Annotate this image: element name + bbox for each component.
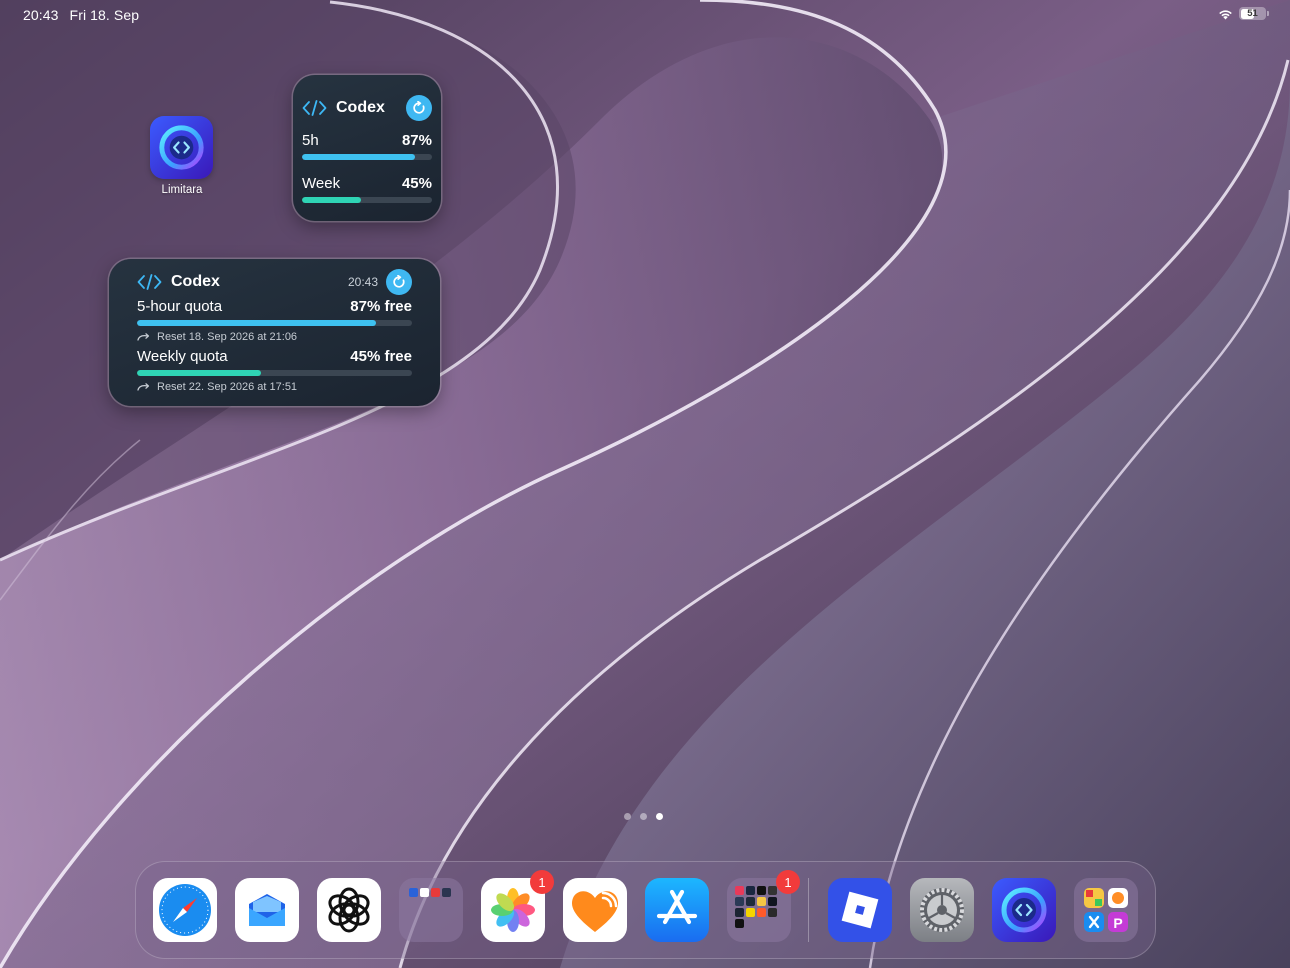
limitara-icon xyxy=(992,878,1056,942)
quota-value: 45% free xyxy=(350,348,412,365)
refresh-icon xyxy=(393,275,405,288)
home-app-limitara[interactable]: Limitara xyxy=(150,116,214,196)
status-bar-right: 51 xyxy=(1218,7,1269,20)
progress-bar xyxy=(302,154,432,160)
battery-indicator: 51 xyxy=(1239,7,1269,20)
refresh-icon xyxy=(413,101,425,114)
date: Fri 18. Sep xyxy=(69,7,140,23)
progress-fill xyxy=(137,320,377,326)
widget-header: Codex xyxy=(302,95,432,121)
progress-bar xyxy=(302,197,432,203)
dock-app-photos[interactable]: 1 xyxy=(481,870,554,942)
quota-label: 5-hour quota xyxy=(137,298,223,315)
codex-widget-medium[interactable]: Codex 20:43 5-hour quota 87% free Reset … xyxy=(109,259,440,406)
reset-info: Reset 22. Sep 2026 at 17:51 xyxy=(137,381,412,393)
reset-info: Reset 18. Sep 2026 at 21:06 xyxy=(137,331,412,343)
dock-app-limitara[interactable] xyxy=(992,878,1056,942)
progress-fill xyxy=(137,370,261,376)
widget-title: Codex xyxy=(336,99,385,116)
dock-app-folder[interactable] xyxy=(399,878,463,942)
svg-text:P: P xyxy=(1113,915,1122,931)
dock: 1 1 P xyxy=(135,861,1156,959)
quota-5-hour: 5-hour quota 87% free Reset 18. Sep 2026… xyxy=(137,298,412,343)
page-dot-active[interactable] xyxy=(656,813,663,820)
quota-value: 87% free xyxy=(350,298,412,315)
quota-label: Week xyxy=(302,175,341,192)
dock-app-roblox[interactable] xyxy=(828,878,892,942)
app-library-icon: P xyxy=(1074,878,1138,942)
page-indicator[interactable] xyxy=(624,813,663,820)
dock-app-safari[interactable] xyxy=(153,878,217,942)
quota-weekly: Weekly quota 45% free Reset 22. Sep 2026… xyxy=(137,348,412,393)
dock-app-chatgpt[interactable] xyxy=(317,878,381,942)
dock-app-library[interactable]: P xyxy=(1074,878,1138,942)
progress-fill xyxy=(302,197,361,203)
mail-stack-icon xyxy=(235,878,299,942)
settings-icon xyxy=(910,878,974,942)
reset-icon xyxy=(137,332,150,341)
refresh-button[interactable] xyxy=(386,269,412,295)
dock-app-folder-apps[interactable]: 1 xyxy=(727,870,800,942)
code-icon xyxy=(302,100,327,116)
reset-text: Reset 22. Sep 2026 at 17:51 xyxy=(157,381,298,393)
limitara-icon xyxy=(150,116,213,179)
wifi-icon xyxy=(1219,9,1232,19)
page-dot[interactable] xyxy=(624,813,631,820)
reset-text: Reset 18. Sep 2026 at 21:06 xyxy=(157,331,298,343)
roblox-icon xyxy=(828,878,892,942)
dock-app-app-store[interactable] xyxy=(645,878,709,942)
quota-5h: 5h 87% xyxy=(302,132,432,160)
reset-icon xyxy=(137,382,150,391)
app-store-icon xyxy=(645,878,709,942)
quota-label: Weekly quota xyxy=(137,348,228,365)
codex-widget-small[interactable]: Codex 5h 87% Week 45% xyxy=(293,75,441,221)
folder-icon xyxy=(399,878,463,942)
dock-app-heart[interactable] xyxy=(563,878,627,942)
dock-app-mail[interactable] xyxy=(235,878,299,942)
app-label: Limitara xyxy=(161,184,203,196)
page-dot[interactable] xyxy=(640,813,647,820)
progress-bar xyxy=(137,370,412,376)
notification-badge: 1 xyxy=(776,870,800,894)
dock-app-settings[interactable] xyxy=(910,878,974,942)
progress-fill xyxy=(302,154,416,160)
widget-title: Codex xyxy=(171,273,220,290)
dock-separator xyxy=(808,878,809,942)
quota-value: 45% xyxy=(401,175,432,192)
quota-label: 5h xyxy=(302,132,319,149)
safari-icon xyxy=(153,878,217,942)
battery-percent: 51 xyxy=(1247,7,1258,19)
refresh-button[interactable] xyxy=(406,95,432,121)
progress-bar xyxy=(137,320,412,326)
widget-header: Codex 20:43 xyxy=(137,269,412,295)
status-bar-left: 20:43 Fri 18. Sep xyxy=(23,7,139,23)
clock: 20:43 xyxy=(23,7,59,23)
quota-value: 87% xyxy=(401,132,432,149)
code-icon xyxy=(137,274,162,290)
health-heart-icon xyxy=(563,878,627,942)
chatgpt-icon xyxy=(317,878,381,942)
quota-week: Week 45% xyxy=(302,175,432,203)
notification-badge: 1 xyxy=(530,870,554,894)
updated-time: 20:43 xyxy=(347,275,378,289)
